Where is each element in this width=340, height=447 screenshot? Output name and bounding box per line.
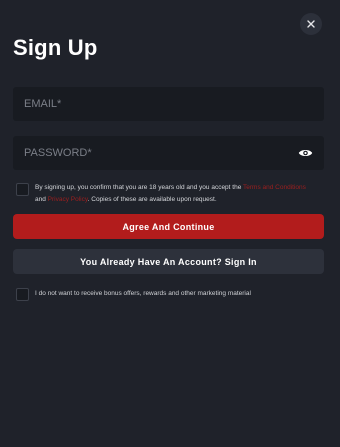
privacy-link[interactable]: Privacy Policy (48, 196, 88, 203)
show-password-toggle[interactable] (297, 145, 313, 161)
page-title: Sign Up (13, 35, 98, 60)
consent-text-before: By signing up, you confirm that you are … (35, 184, 244, 191)
email-field-wrapper (13, 87, 324, 121)
password-field[interactable] (24, 147, 297, 159)
marketing-opt-out-checkbox[interactable] (16, 288, 29, 301)
sign-up-modal: Sign Up By signing up, you confirm that … (0, 0, 340, 447)
terms-link[interactable]: Terms and Conditions (243, 184, 306, 191)
close-icon (307, 20, 315, 28)
marketing-opt-out-label: I do not want to receive bonus offers, r… (35, 290, 251, 297)
consent-checkbox[interactable] (16, 183, 29, 196)
consent-text: By signing up, you confirm that you are … (35, 182, 315, 206)
agree-and-continue-button[interactable]: Agree And Continue (13, 214, 324, 239)
close-button[interactable] (300, 13, 322, 35)
consent-text-and: and (35, 196, 48, 203)
sign-in-button[interactable]: You Already Have An Account? Sign In (13, 249, 324, 274)
password-field-wrapper (13, 136, 324, 170)
email-field[interactable] (24, 98, 313, 110)
eye-icon (298, 150, 312, 156)
consent-text-after: . Copies of these are available upon req… (87, 196, 217, 203)
